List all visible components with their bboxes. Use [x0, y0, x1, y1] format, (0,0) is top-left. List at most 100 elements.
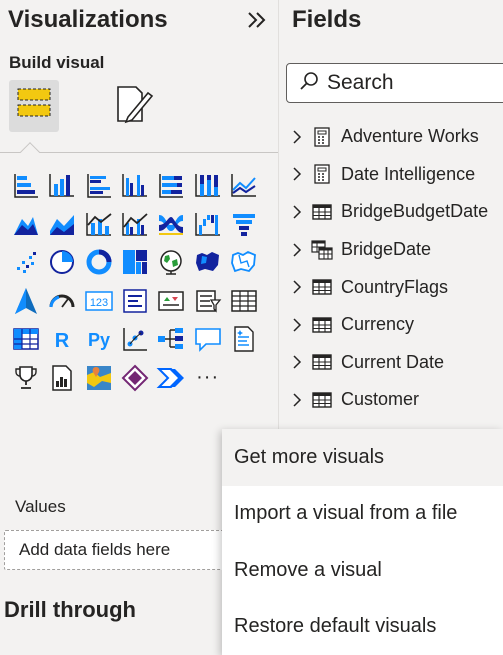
calculator-icon: [311, 126, 333, 148]
filled-map-icon[interactable]: [189, 243, 225, 282]
chevron-right-icon[interactable]: [291, 318, 307, 332]
100-stacked-column-chart-icon[interactable]: [189, 166, 225, 205]
key-influencers-icon[interactable]: [117, 320, 153, 359]
matrix-icon[interactable]: [8, 320, 44, 359]
power-apps-icon[interactable]: [117, 359, 153, 398]
more-visuals-context-menu: Get more visuals Import a visual from a …: [222, 429, 503, 655]
treemap-icon[interactable]: [117, 243, 153, 282]
stacked-area-chart-icon[interactable]: [44, 205, 80, 244]
stacked-column-chart-icon[interactable]: [44, 166, 80, 205]
search-icon: [299, 71, 327, 96]
field-item-adventure-works[interactable]: Adventure Works: [291, 118, 503, 156]
decomposition-tree-icon[interactable]: [153, 320, 189, 359]
table-icon: [311, 276, 333, 298]
field-label: Customer: [341, 389, 420, 410]
search-input[interactable]: [327, 71, 487, 95]
format-visual-icon: [112, 83, 154, 130]
chevron-right-icon[interactable]: [291, 205, 307, 219]
field-label: CountryFlags: [341, 276, 449, 297]
qa-icon[interactable]: [189, 320, 225, 359]
power-automate-icon[interactable]: [153, 359, 189, 398]
visual-gallery: 123 R Py ···: [8, 166, 268, 397]
field-item-current-date[interactable]: Current Date: [291, 344, 503, 382]
chevron-right-icon[interactable]: [291, 130, 307, 144]
menu-item-import-visual-from-file[interactable]: Import a visual from a file: [222, 486, 503, 543]
fields-list: Adventure Works Date Intelligence Bridge…: [291, 118, 503, 419]
slicer-icon[interactable]: [189, 282, 225, 321]
field-item-countryflags[interactable]: CountryFlags: [291, 268, 503, 306]
table-icon[interactable]: [226, 282, 262, 321]
kpi-icon[interactable]: [153, 282, 189, 321]
build-visual-label: Build visual: [9, 53, 105, 72]
menu-item-remove-visual[interactable]: Remove a visual: [222, 542, 503, 599]
chevron-right-icon[interactable]: [291, 280, 307, 294]
smart-narrative-icon[interactable]: [226, 320, 262, 359]
multi-table-icon: [311, 239, 333, 261]
build-visual-button[interactable]: [9, 80, 59, 132]
multi-row-card-icon[interactable]: [117, 282, 153, 321]
area-chart-icon[interactable]: [8, 205, 44, 244]
shape-map-icon[interactable]: [226, 243, 262, 282]
table-icon: [311, 314, 333, 336]
field-item-bridgebudgetdate[interactable]: BridgeBudgetDate: [291, 193, 503, 231]
donut-chart-icon[interactable]: [81, 243, 117, 282]
search-box[interactable]: [286, 63, 503, 103]
python-visual-icon[interactable]: Py: [81, 320, 117, 359]
table-icon: [311, 201, 333, 223]
funnel-icon[interactable]: [226, 205, 262, 244]
more-options-icon[interactable]: ···: [189, 359, 225, 398]
field-label: BridgeBudgetDate: [341, 201, 489, 222]
clustered-column-chart-icon[interactable]: [117, 166, 153, 205]
waterfall-chart-icon[interactable]: [189, 205, 225, 244]
mode-selection-caret: [20, 142, 40, 162]
field-item-currency[interactable]: Currency: [291, 306, 503, 344]
clustered-bar-chart-icon[interactable]: [81, 166, 117, 205]
field-item-bridgedate[interactable]: BridgeDate: [291, 231, 503, 269]
values-label: Values: [15, 497, 66, 516]
table-icon: [311, 389, 333, 411]
double-chevron-right-icon[interactable]: [244, 10, 270, 34]
chevron-right-icon[interactable]: [291, 355, 307, 369]
menu-item-get-more-visuals[interactable]: Get more visuals: [222, 429, 503, 486]
python-text: Py: [88, 330, 110, 350]
fields-title: Fields: [292, 6, 362, 33]
azure-map-icon[interactable]: [8, 282, 44, 321]
pie-chart-icon[interactable]: [44, 243, 80, 282]
visualizations-title: Visualizations: [8, 6, 168, 33]
field-label: Currency: [341, 314, 415, 335]
format-visual-button[interactable]: [108, 80, 158, 132]
r-script-visual-icon[interactable]: R: [44, 320, 80, 359]
calculator-icon: [311, 163, 333, 185]
more-options-text: ···: [196, 366, 220, 389]
chevron-right-icon[interactable]: [291, 167, 307, 181]
ribbon-chart-icon[interactable]: [153, 205, 189, 244]
field-item-customer[interactable]: Customer: [291, 381, 503, 419]
map-icon[interactable]: [153, 243, 189, 282]
field-label: Adventure Works: [341, 126, 479, 147]
chevron-right-icon[interactable]: [291, 243, 307, 257]
metrics-icon[interactable]: [8, 359, 44, 398]
gauge-icon[interactable]: [44, 282, 80, 321]
table-icon: [311, 351, 333, 373]
card-icon[interactable]: 123: [81, 282, 117, 321]
r-script-text: R: [55, 330, 70, 352]
card-icon-text: 123: [90, 297, 108, 309]
line-chart-icon[interactable]: [226, 166, 262, 205]
line-and-clustered-column-chart-icon[interactable]: [117, 205, 153, 244]
menu-item-restore-default-visuals[interactable]: Restore default visuals: [222, 599, 503, 655]
field-label: Current Date: [341, 351, 445, 372]
field-label: Date Intelligence: [341, 163, 476, 184]
values-drop-zone[interactable]: Add data fields here: [4, 530, 244, 570]
field-item-date-intelligence[interactable]: Date Intelligence: [291, 156, 503, 194]
arcgis-map-icon[interactable]: [81, 359, 117, 398]
scatter-chart-icon[interactable]: [8, 243, 44, 282]
field-label: BridgeDate: [341, 239, 432, 260]
paginated-report-icon[interactable]: [44, 359, 80, 398]
build-visual-icon: [15, 85, 53, 128]
100-stacked-bar-chart-icon[interactable]: [153, 166, 189, 205]
chevron-right-icon[interactable]: [291, 393, 307, 407]
drill-through-title: Drill through: [4, 597, 136, 622]
mode-divider: [0, 152, 278, 153]
stacked-bar-chart-icon[interactable]: [8, 166, 44, 205]
line-and-stacked-column-chart-icon[interactable]: [81, 205, 117, 244]
